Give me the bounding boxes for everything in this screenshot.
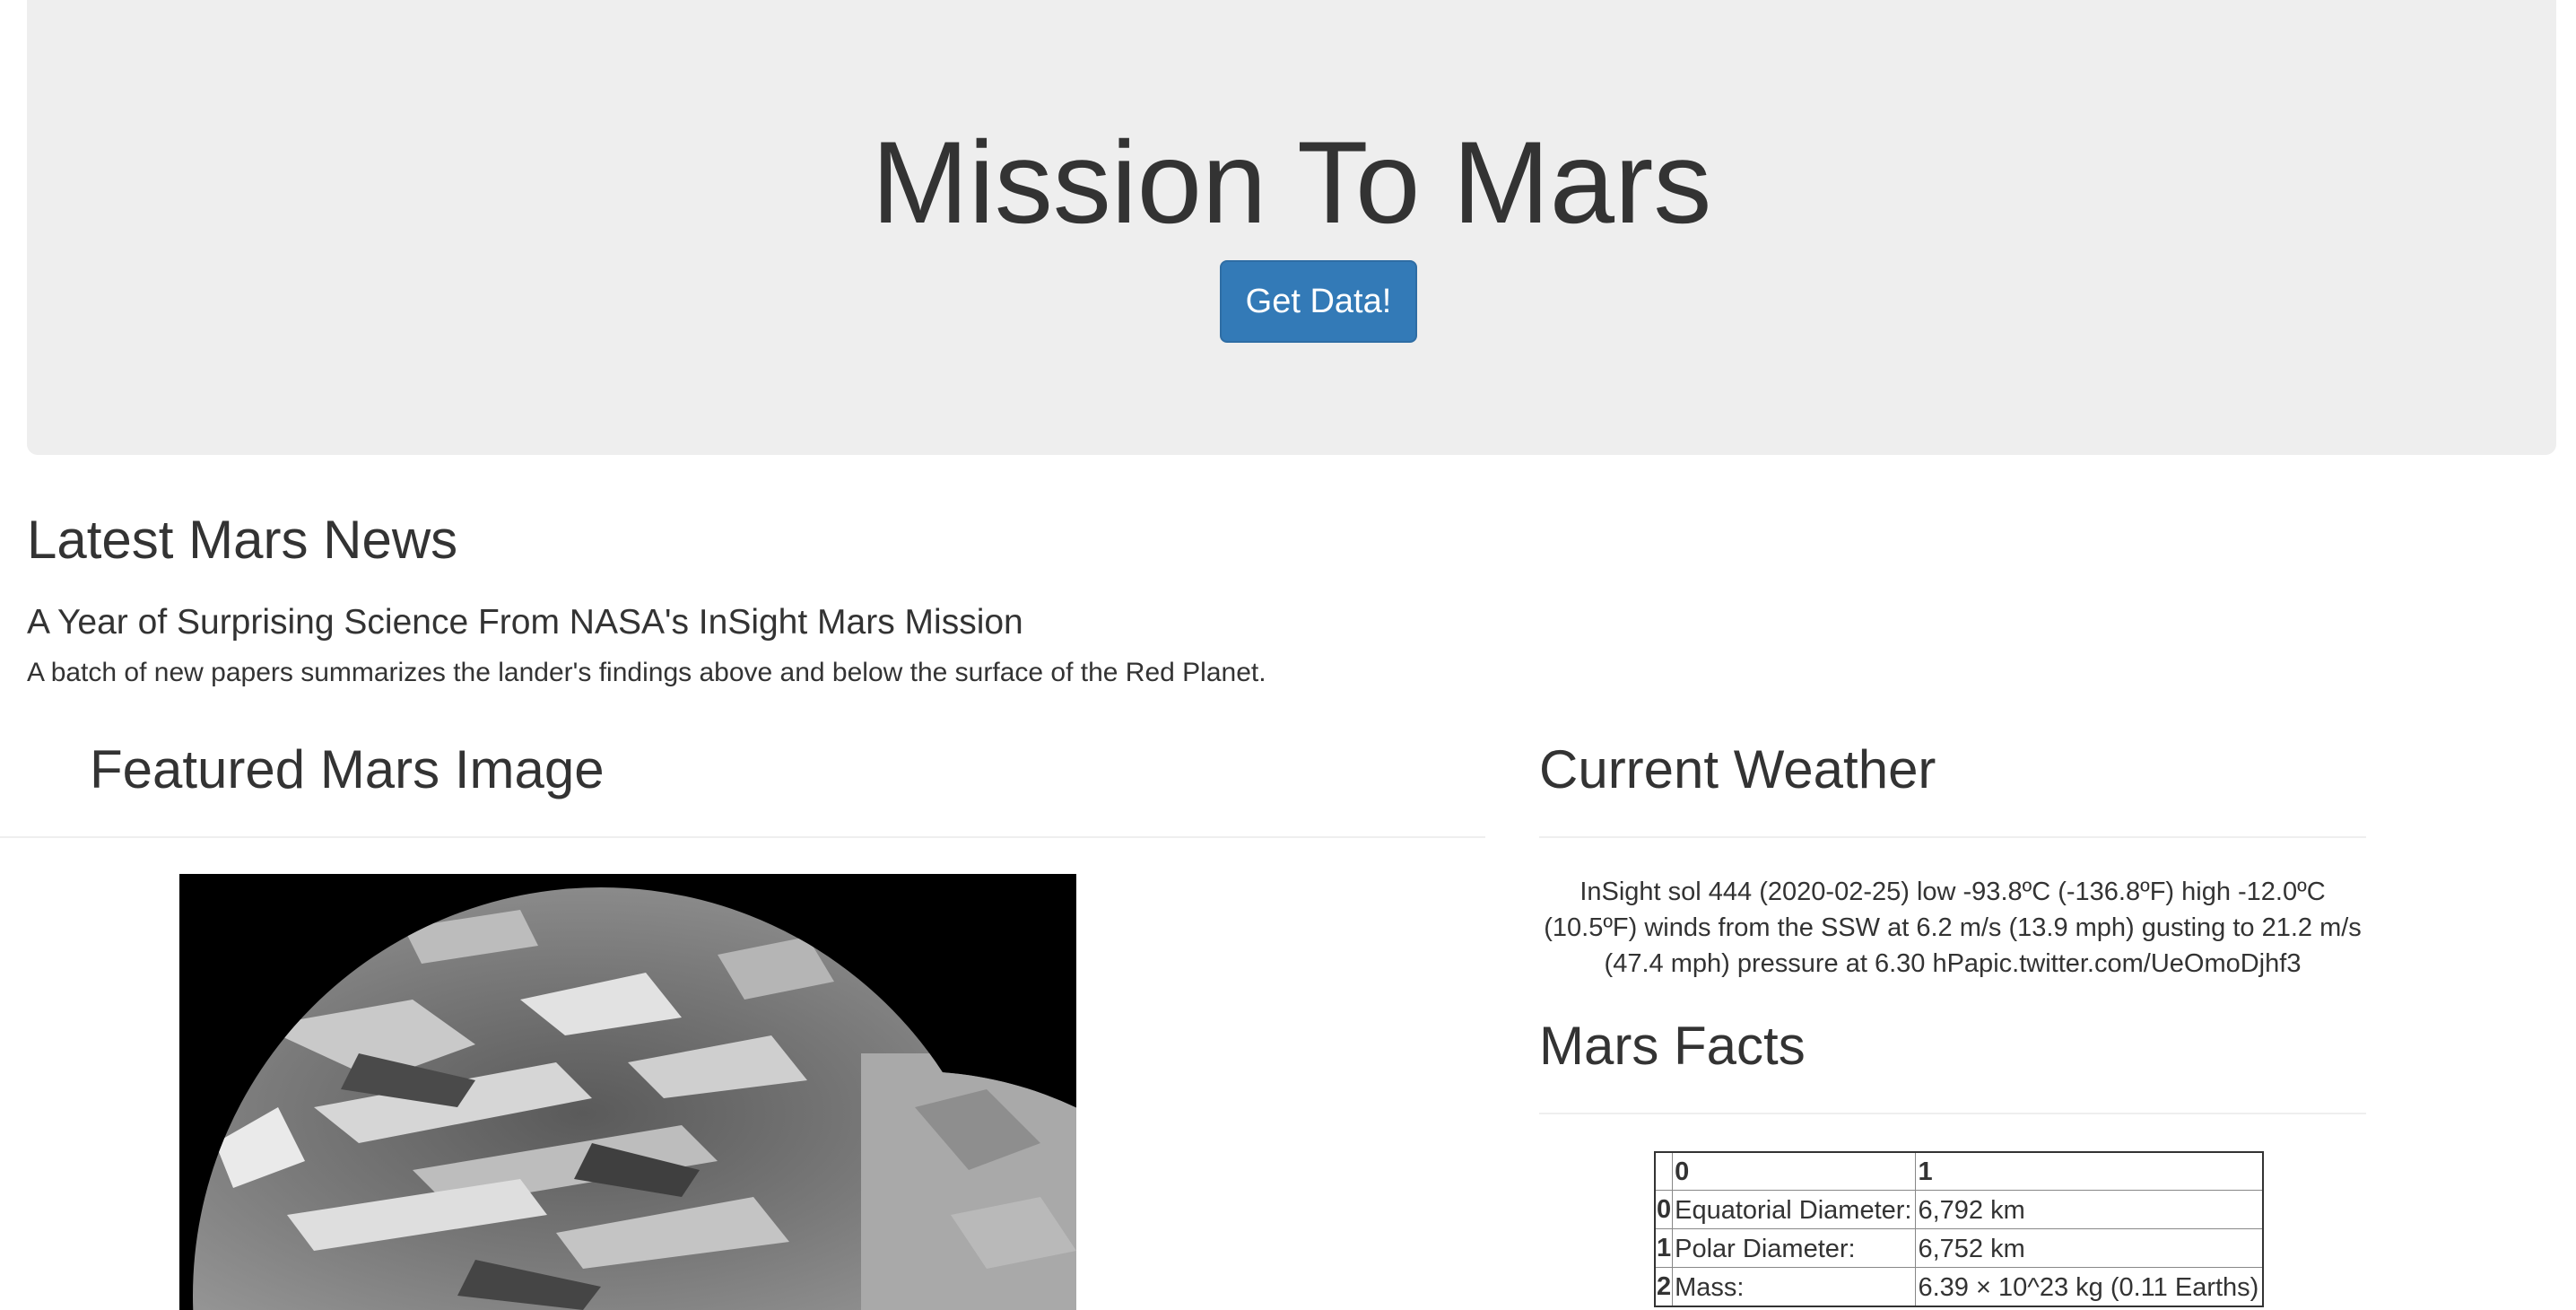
news-heading: Latest Mars News [27, 510, 458, 570]
jumbotron: Mission To Mars Get Data! [27, 0, 2556, 455]
fact-label: Polar Diameter: [1672, 1228, 1917, 1268]
fact-value: 6.39 × 10^23 kg (0.11 Earths) [1915, 1267, 2264, 1307]
news-title: A Year of Surprising Science From NASA's… [27, 603, 1023, 642]
mars-surface-image [179, 874, 1076, 1310]
fact-label: Equatorial Diameter: [1672, 1190, 1917, 1229]
weather-heading: Current Weather [1539, 739, 1936, 799]
page-title: Mission To Mars [871, 117, 1712, 248]
featured-divider [0, 836, 1485, 838]
fact-value: 6,792 km [1915, 1190, 2264, 1229]
featured-image-heading: Featured Mars Image [90, 739, 605, 799]
featured-mars-image [179, 874, 1076, 1310]
weather-divider [1539, 836, 2366, 838]
fact-label: Mass: [1672, 1267, 1917, 1307]
facts-divider [1539, 1113, 2366, 1114]
table-row: 1 Polar Diameter: 6,752 km [1654, 1228, 2264, 1268]
table-row: 0 Equatorial Diameter: 6,792 km [1654, 1190, 2264, 1229]
facts-heading: Mars Facts [1539, 1016, 1806, 1076]
weather-report: InSight sol 444 (2020-02-25) low -93.8ºC… [1544, 878, 2362, 978]
table-header-col-1: 1 [1915, 1151, 2264, 1191]
table-row: 2 Mass: 6.39 × 10^23 kg (0.11 Earths) [1654, 1267, 2264, 1307]
row-index: 1 [1654, 1228, 1674, 1268]
mars-facts-table: 0 1 0 Equatorial Diameter: 6,792 km 1 Po… [1654, 1151, 2265, 1307]
get-data-button[interactable]: Get Data! [1220, 260, 1417, 343]
table-header-index [1654, 1151, 1674, 1191]
row-index: 2 [1654, 1267, 1674, 1307]
table-header-row: 0 1 [1654, 1151, 2264, 1191]
fact-value: 6,752 km [1915, 1228, 2264, 1268]
row-index: 0 [1654, 1190, 1674, 1229]
news-teaser: A batch of new papers summarizes the lan… [27, 658, 1266, 687]
table-header-col-0: 0 [1672, 1151, 1917, 1191]
